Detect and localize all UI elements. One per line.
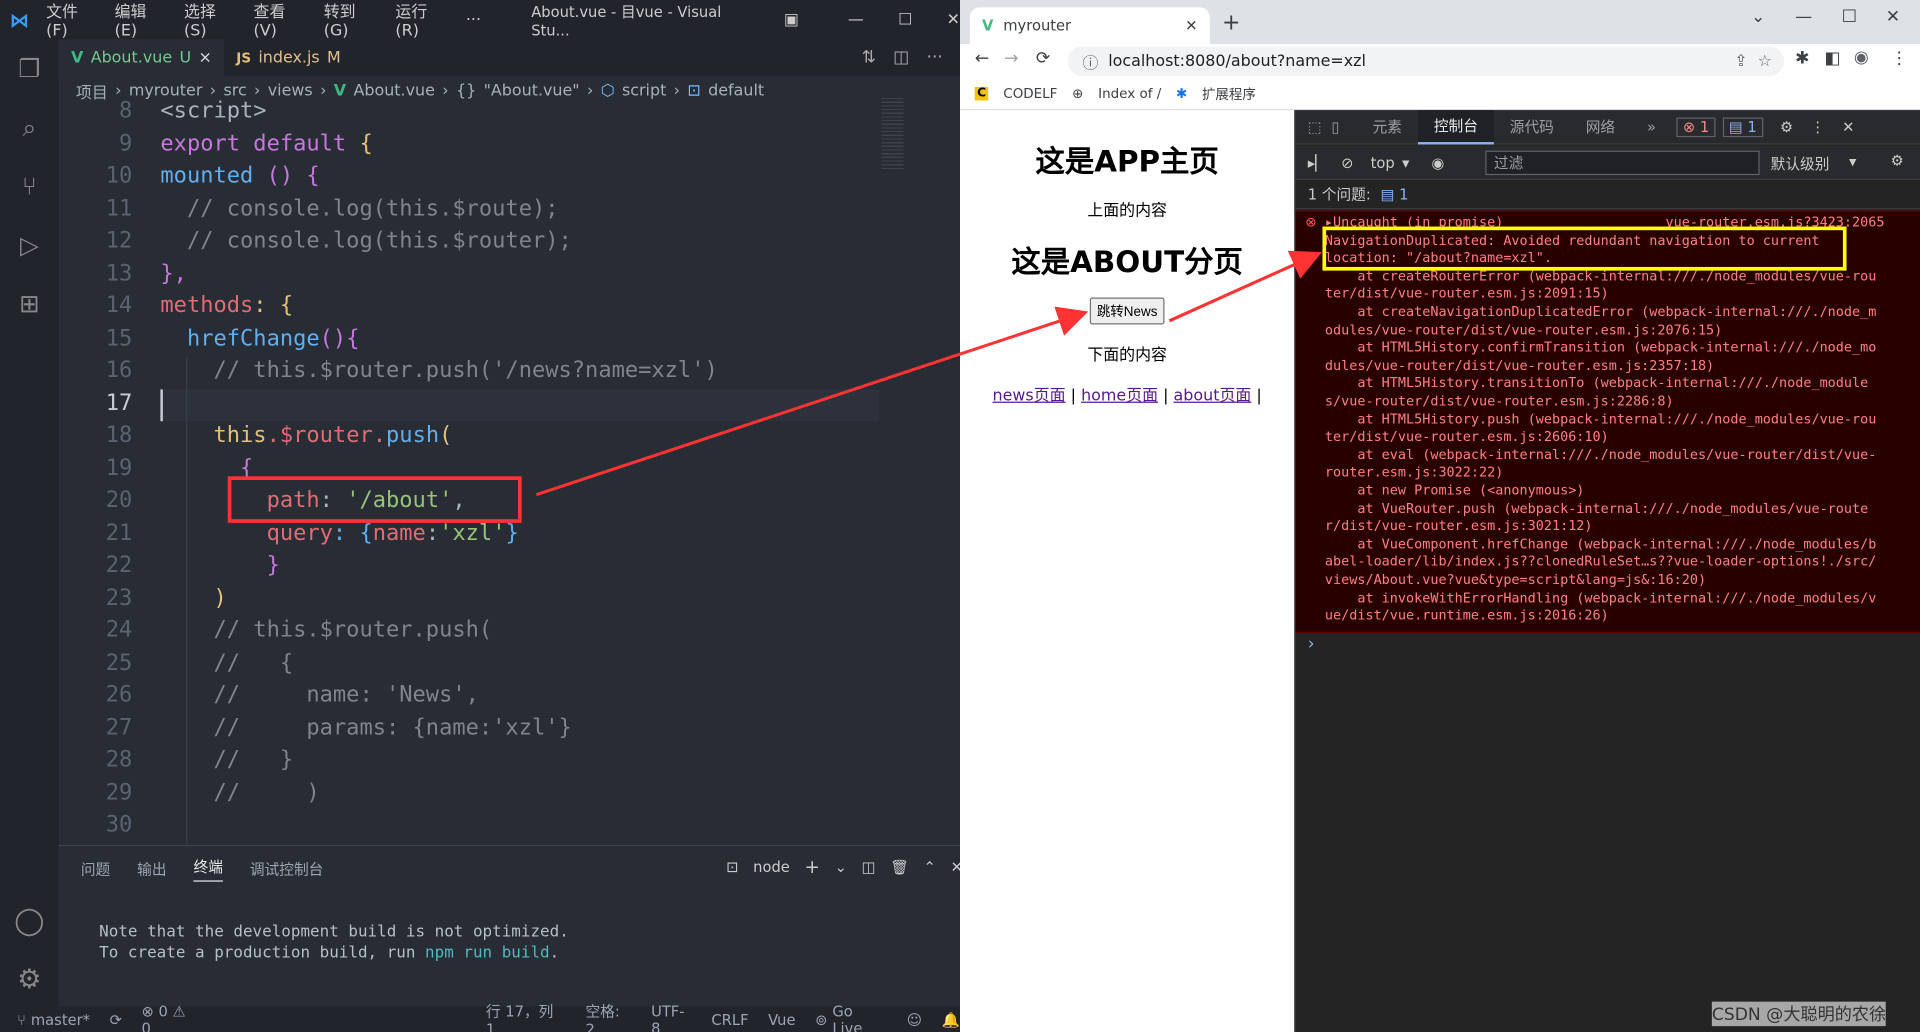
annotation-arrows	[535, 250, 1322, 497]
watermark: CSDN @大聪明的农徐	[1711, 1001, 1887, 1027]
arrow-button-to-error	[1168, 250, 1322, 323]
arrow-code-to-button	[535, 306, 1089, 497]
